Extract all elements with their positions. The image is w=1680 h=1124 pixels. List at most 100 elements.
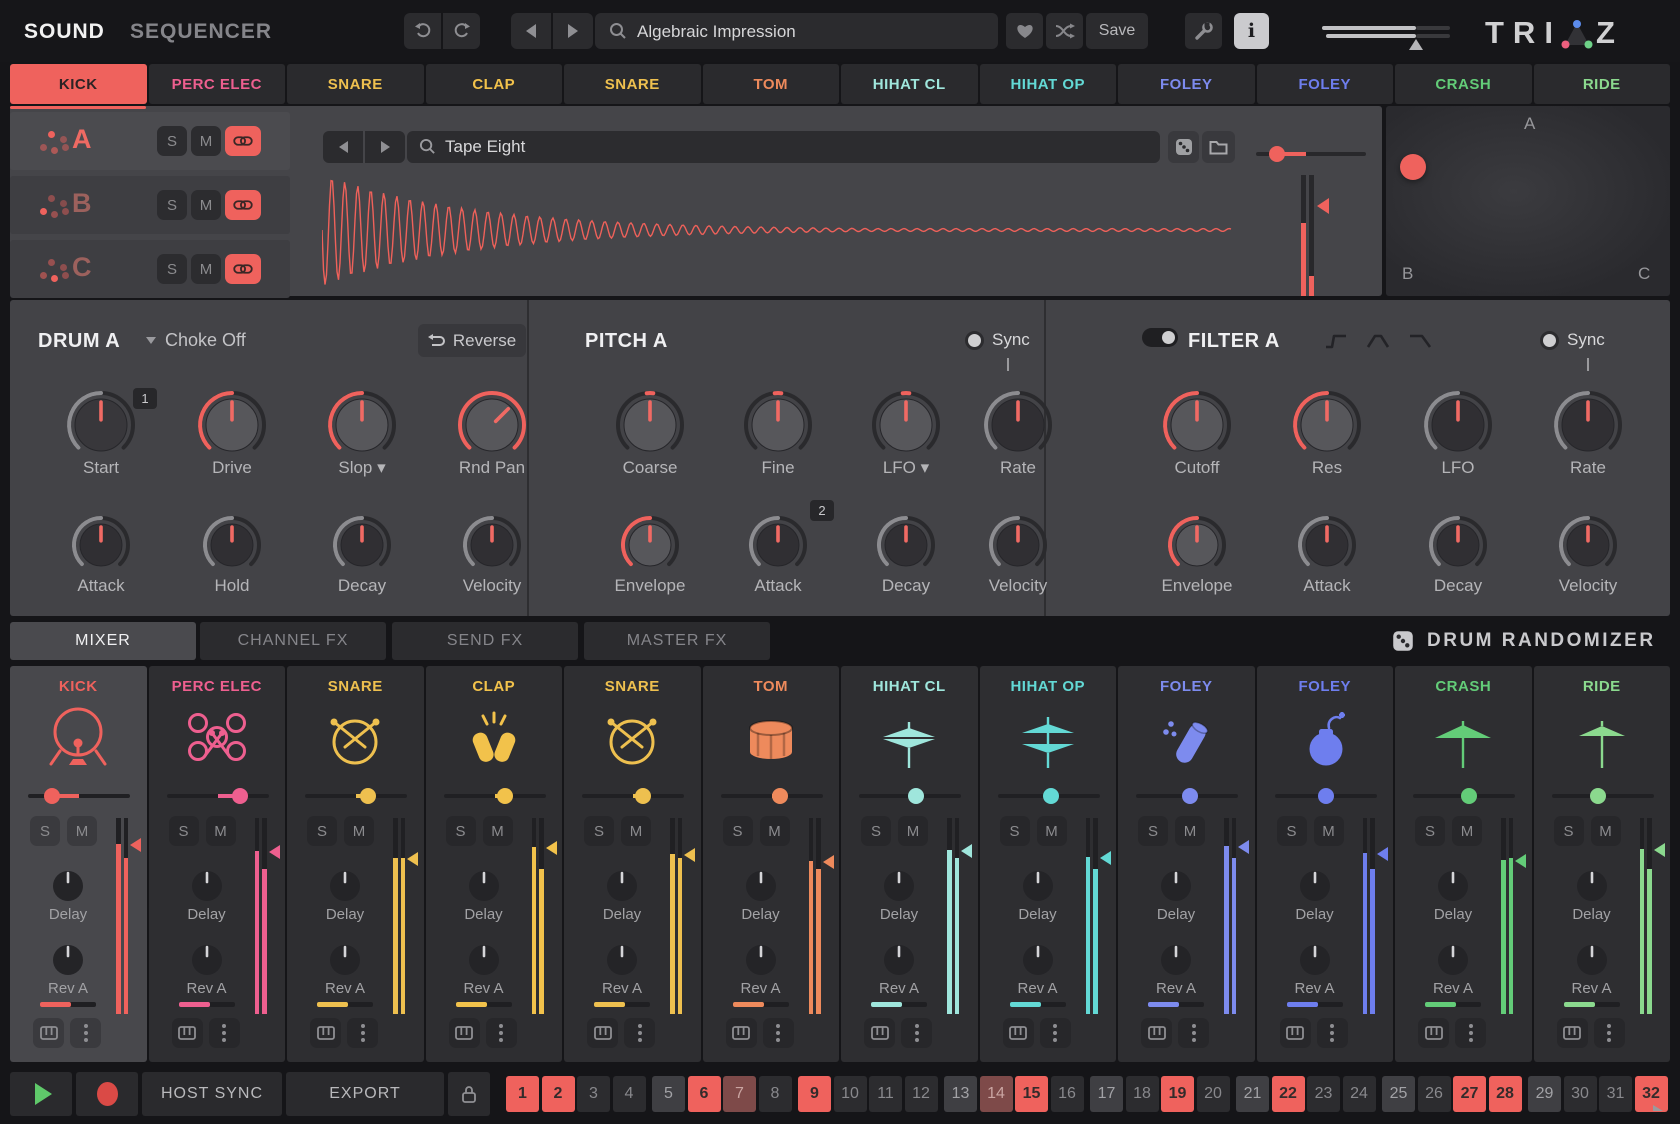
drum-randomizer-button[interactable]: DRUM RANDOMIZER xyxy=(1392,630,1656,652)
layer-solo-button[interactable]: S xyxy=(157,190,187,220)
channel-menu-button[interactable] xyxy=(763,1018,794,1048)
save-button[interactable]: Save xyxy=(1086,13,1148,49)
step-31[interactable]: 31 xyxy=(1599,1076,1632,1112)
channel-menu-button[interactable] xyxy=(347,1018,378,1048)
lock-button[interactable] xyxy=(448,1072,490,1116)
sample-next-button[interactable] xyxy=(365,131,405,163)
pan-handle[interactable] xyxy=(497,788,513,804)
pan-handle[interactable] xyxy=(1590,788,1606,804)
preset-next-button[interactable] xyxy=(553,13,593,49)
mixer-strip-clap[interactable]: CLAPSMDelayRev A xyxy=(426,666,563,1062)
channel-delay-knob[interactable] xyxy=(606,870,638,902)
step-22[interactable]: 22 xyxy=(1272,1076,1305,1112)
knob-velocity[interactable] xyxy=(460,513,524,577)
xy-pad-cursor[interactable] xyxy=(1400,154,1426,180)
channel-mute-button[interactable]: M xyxy=(760,816,790,846)
channel-pan-slider[interactable] xyxy=(1275,788,1377,804)
channel-delay-knob[interactable] xyxy=(1437,870,1469,902)
morph-slider-handle[interactable] xyxy=(1409,39,1423,50)
channel-pan-slider[interactable] xyxy=(305,788,407,804)
channel-menu-button[interactable] xyxy=(209,1018,240,1048)
knob-decay[interactable] xyxy=(330,513,394,577)
channel-reverb-knob[interactable] xyxy=(883,944,915,976)
reverse-button[interactable]: Reverse xyxy=(418,324,526,357)
mixer-strip-snare[interactable]: SNARESMDelayRev A xyxy=(287,666,424,1062)
channel-delay-knob[interactable] xyxy=(52,870,84,902)
step-27[interactable]: 27 xyxy=(1453,1076,1486,1112)
channel-meter-peak-marker[interactable] xyxy=(1377,847,1388,861)
step-10[interactable]: 10 xyxy=(834,1076,867,1112)
pan-handle[interactable] xyxy=(1043,788,1059,804)
channel-pan-slider[interactable] xyxy=(721,788,823,804)
channel-meter-peak-marker[interactable] xyxy=(407,852,418,866)
channel-meter-peak-marker[interactable] xyxy=(1515,854,1526,868)
channel-reverb-knob[interactable] xyxy=(606,944,638,976)
channel-menu-button[interactable] xyxy=(1178,1018,1209,1048)
knob-velocity[interactable] xyxy=(1556,513,1620,577)
step-29[interactable]: 29 xyxy=(1528,1076,1561,1112)
channel-meter-peak-marker[interactable] xyxy=(823,855,834,869)
mixer-strip-kick[interactable]: KICKSMDelayRev A xyxy=(10,666,147,1062)
channel-reverb-knob[interactable] xyxy=(1576,944,1608,976)
channel-pan-slider[interactable] xyxy=(582,788,684,804)
knob-attack[interactable] xyxy=(69,513,133,577)
step-28[interactable]: 28 xyxy=(1489,1076,1522,1112)
channel-menu-button[interactable] xyxy=(1040,1018,1071,1048)
channel-meter-peak-marker[interactable] xyxy=(269,845,280,859)
drum-pad-kick[interactable]: KICK xyxy=(10,64,147,104)
channel-reverb-knob[interactable] xyxy=(1437,944,1469,976)
knob-rnd-pan[interactable] xyxy=(455,388,529,462)
pan-handle[interactable] xyxy=(635,788,651,804)
knob-fine[interactable] xyxy=(741,388,815,462)
step-2[interactable]: 2 xyxy=(542,1076,575,1112)
channel-mute-button[interactable]: M xyxy=(1452,816,1482,846)
knob-res[interactable] xyxy=(1290,388,1364,462)
channel-meter-peak-marker[interactable] xyxy=(130,838,141,852)
channel-solo-button[interactable]: S xyxy=(723,816,753,846)
channel-menu-button[interactable] xyxy=(1317,1018,1348,1048)
shuffle-button[interactable] xyxy=(1046,13,1083,49)
channel-delay-knob[interactable] xyxy=(468,870,500,902)
filter-bandpass-icon[interactable] xyxy=(1362,333,1394,349)
step-11[interactable]: 11 xyxy=(869,1076,902,1112)
channel-pan-slider[interactable] xyxy=(444,788,546,804)
channel-reverb-knob[interactable] xyxy=(52,944,84,976)
layer-volume-slider[interactable] xyxy=(1256,146,1366,162)
knob-rate[interactable] xyxy=(1551,388,1625,462)
drum-pad-tom[interactable]: TOM xyxy=(703,64,840,104)
channel-keyboard-button[interactable] xyxy=(1557,1018,1588,1048)
channel-keyboard-button[interactable] xyxy=(1418,1018,1449,1048)
knob-cutoff[interactable] xyxy=(1160,388,1234,462)
channel-mute-button[interactable]: M xyxy=(621,816,651,846)
drum-pad-foley[interactable]: FOLEY xyxy=(1257,64,1394,104)
channel-solo-button[interactable]: S xyxy=(861,816,891,846)
drum-pad-hihat-cl[interactable]: HIHAT CL xyxy=(841,64,978,104)
sample-search-field[interactable]: Tape Eight xyxy=(407,131,1160,163)
step-15[interactable]: 15 xyxy=(1015,1076,1048,1112)
pitch-sync-toggle[interactable]: Sync xyxy=(965,330,1030,350)
filter-sync-toggle[interactable]: Sync xyxy=(1540,330,1605,350)
meter-peak-marker[interactable] xyxy=(1317,198,1329,214)
record-button[interactable] xyxy=(76,1072,138,1116)
step-9[interactable]: 9 xyxy=(798,1076,831,1112)
play-button[interactable] xyxy=(10,1072,72,1116)
mixer-strip-perc-elec[interactable]: PERC ELECSMDelayRev A xyxy=(149,666,286,1062)
channel-meter-peak-marker[interactable] xyxy=(1100,851,1111,865)
channel-delay-knob[interactable] xyxy=(1576,870,1608,902)
morph-slider[interactable] xyxy=(1322,24,1450,50)
layer-volume-handle[interactable] xyxy=(1269,146,1285,162)
channel-solo-button[interactable]: S xyxy=(307,816,337,846)
channel-solo-button[interactable]: S xyxy=(1138,816,1168,846)
step-26[interactable]: 26 xyxy=(1418,1076,1451,1112)
step-17[interactable]: 17 xyxy=(1090,1076,1123,1112)
step-7[interactable]: 7 xyxy=(723,1076,756,1112)
channel-delay-knob[interactable] xyxy=(745,870,777,902)
channel-pan-slider[interactable] xyxy=(167,788,269,804)
channel-menu-button[interactable] xyxy=(1455,1018,1486,1048)
channel-keyboard-button[interactable] xyxy=(310,1018,341,1048)
knob-start[interactable] xyxy=(64,388,138,462)
channel-keyboard-button[interactable] xyxy=(587,1018,618,1048)
step-1[interactable]: 1 xyxy=(506,1076,539,1112)
filter-lowpass-icon[interactable] xyxy=(1404,333,1436,349)
channel-meter-peak-marker[interactable] xyxy=(546,841,557,855)
